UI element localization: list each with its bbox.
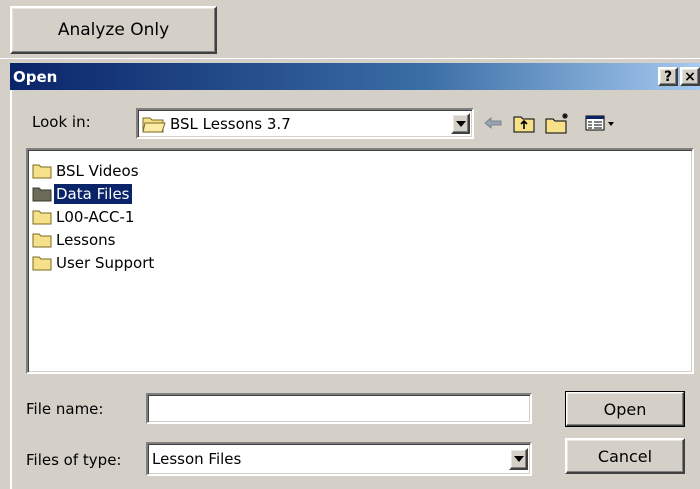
help-button[interactable]: ? (658, 67, 678, 86)
folder-icon (32, 210, 52, 224)
folder-icon (32, 256, 52, 270)
file-name-label: File name: (26, 400, 104, 418)
file-name-input[interactable] (146, 393, 532, 424)
open-folder-icon (142, 117, 166, 132)
list-item[interactable]: BSL Videos (32, 159, 692, 182)
back-arrow-icon[interactable] (482, 112, 504, 134)
new-folder-icon[interactable] (544, 112, 572, 134)
open-button[interactable]: Open (565, 391, 685, 427)
look-in-selected: BSL Lessons 3.7 (138, 115, 472, 133)
files-of-type-dropdown[interactable]: Lesson Files (146, 442, 532, 476)
look-in-value: BSL Lessons 3.7 (170, 114, 291, 133)
view-menu-icon[interactable] (584, 112, 618, 134)
file-list[interactable]: BSL Videos Data Files L00-ACC-1 Lessons … (26, 148, 694, 374)
analyze-only-button[interactable]: Analyze Only (10, 6, 217, 54)
cancel-button[interactable]: Cancel (565, 438, 685, 474)
folder-icon (32, 233, 52, 247)
look-in-dropdown[interactable]: BSL Lessons 3.7 (136, 108, 474, 139)
folder-icon (32, 187, 52, 201)
list-item-label: User Support (56, 253, 155, 272)
dialog-border (10, 90, 12, 489)
list-item-label: BSL Videos (56, 161, 139, 180)
list-item[interactable]: User Support (32, 251, 692, 274)
up-folder-icon[interactable] (512, 112, 536, 134)
files-of-type-dropdown-arrow[interactable] (509, 448, 528, 470)
list-item-label: Lessons (56, 230, 116, 249)
list-item[interactable]: L00-ACC-1 (32, 205, 692, 228)
list-item[interactable]: Lessons (32, 228, 692, 251)
files-of-type-label: Files of type: (26, 451, 122, 469)
close-button[interactable]: × (680, 67, 700, 86)
dialog-title-bar[interactable]: Open ? × (10, 63, 700, 90)
look-in-dropdown-arrow[interactable] (451, 113, 470, 134)
folder-icon (32, 164, 52, 178)
list-item-label: Data Files (54, 183, 132, 204)
dialog-title: Open (13, 67, 58, 86)
list-item-label: L00-ACC-1 (56, 207, 135, 226)
top-toolbar: Analyze Only (0, 0, 700, 59)
look-in-label: Look in: (32, 113, 91, 131)
files-of-type-value: Lesson Files (152, 450, 242, 468)
list-item[interactable]: Data Files (32, 182, 692, 205)
